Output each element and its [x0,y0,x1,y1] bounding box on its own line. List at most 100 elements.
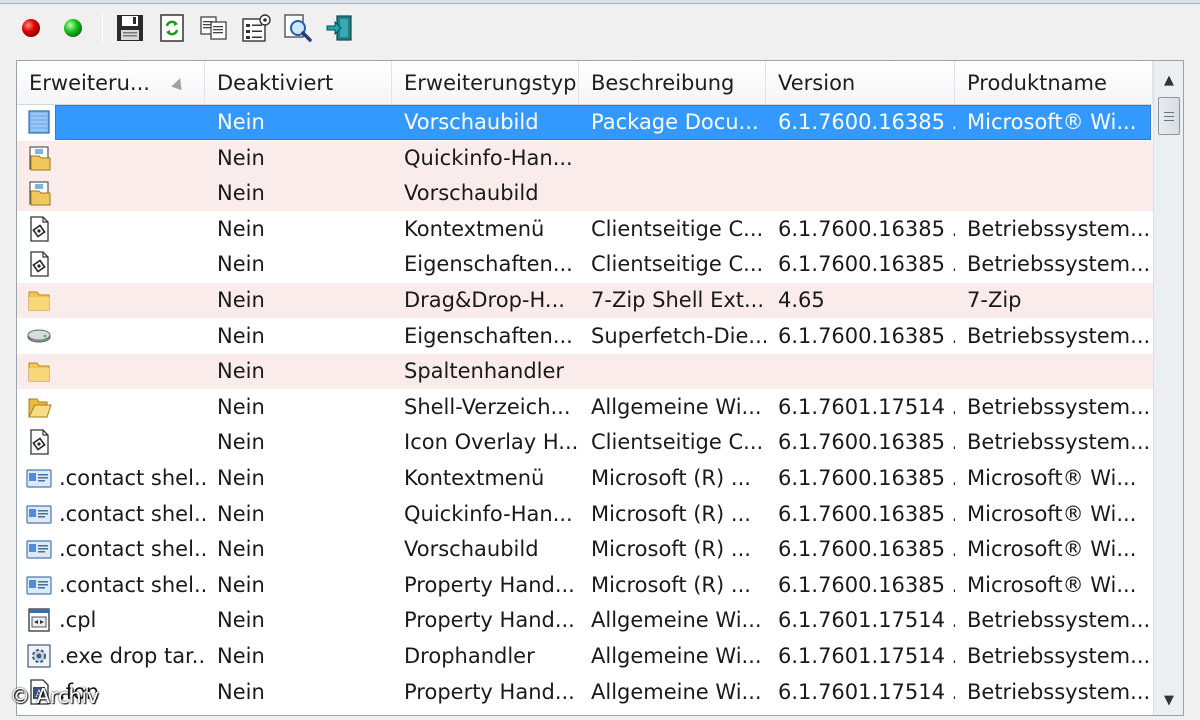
table-row[interactable]: .contact shel... Nein Vorschaubild Microsof… [17,532,1153,567]
extension-name-cell [55,247,205,282]
disable-button[interactable] [14,10,48,46]
table-row[interactable]: Nein Kontextmenü Clientseitige C... 6.1.760… [17,212,1153,247]
table-row[interactable]: A .fon Nein Property Hand... Allgemeine Wi..… [17,675,1153,710]
extensions-list[interactable]: Erweiteru... ▲ Deaktiviert Erweiterungst… [16,60,1184,716]
description-cell: Microsoft (R) ... [591,501,751,526]
disabled-cell: Nein [217,608,265,633]
dll-file-icon [25,215,53,243]
column-header-label: Produktname [967,71,1107,95]
exit-button[interactable] [323,10,357,46]
product-name-cell: Betriebssystem... [967,644,1151,668]
version-cell: 6.1.7600.16385 ... [778,110,955,134]
disabled-cell: Nein [217,110,265,134]
table-row[interactable]: Nein Eigenschaften... Superfetch-Die... 6.1… [17,319,1153,354]
contact-card-icon [25,571,53,599]
table-row[interactable]: Nein Vorschaubild Package Docu... 6.1.7600.… [17,105,1153,140]
product-name-cell: Microsoft® Wi... [967,466,1137,490]
disabled-cell: Nein [217,466,265,490]
watermark: © Archiv [10,684,99,708]
disabled-cell: Nein [217,145,265,170]
extension-type-cell: Property Hand... [404,679,575,704]
version-cell [766,141,955,176]
product-name-cell: Betriebssystem... [967,430,1151,455]
column-header-label: Version [778,71,856,95]
copy-button[interactable] [197,10,231,46]
disabled-cell: Nein [217,323,265,348]
version-cell: 6.1.7600.16385 ... [778,430,955,455]
product-name-cell: Betriebssystem... [967,323,1151,348]
table-row[interactable]: Nein Icon Overlay H... Clientseitige C... 6… [17,425,1153,460]
table-row[interactable]: .contact shel... Nein Kontextmenü Microsoft… [17,461,1153,496]
scroll-down-arrow-icon[interactable]: ▼ [1154,685,1183,715]
contact-card-icon [25,500,53,528]
find-button[interactable] [281,10,315,46]
green-dot-icon [64,19,82,37]
column-header-description[interactable]: Beschreibung [579,61,766,105]
table-row[interactable]: Nein Eigenschaften... Clientseitige C... 6.… [17,247,1153,282]
properties-icon [242,14,271,42]
description-cell: Allgemeine Wi... [591,394,762,419]
description-cell: Clientseitige C... [591,252,764,277]
table-row[interactable]: Nein Spaltenhandler [17,354,1153,390]
product-name-cell: Microsoft® Wi... [967,110,1137,134]
refresh-icon [160,14,184,42]
folder-handler-icon [25,179,53,207]
version-cell: 6.1.7601.17514 ... [778,679,955,704]
extension-name-cell [55,319,205,354]
disabled-cell: Nein [217,644,265,668]
extension-type-cell: Vorschaubild [404,181,539,206]
table-row[interactable]: .contact shel... Nein Property Hand... Micr… [17,568,1153,603]
description-cell: Clientseitige C... [591,430,764,455]
disabled-cell: Nein [217,501,265,526]
column-header-label: Erweiteru... [29,71,150,95]
column-header-type[interactable]: Erweiterungstyp [392,61,579,105]
enable-button[interactable] [56,10,90,46]
product-name-cell: Betriebssystem... [967,608,1151,633]
table-row[interactable]: Nein Drag&Drop-H... 7-Zip Shell Ext... 4.65… [17,283,1153,318]
extension-type-cell: Kontextmenü [404,216,545,241]
save-button[interactable] [113,10,147,46]
product-name-cell: 7-Zip [967,288,1022,312]
description-cell: Allgemeine Wi... [591,608,762,633]
column-header-extension-name[interactable]: Erweiteru... ▲ [17,61,205,105]
column-header-product-name[interactable]: Produktname [955,61,1153,105]
extension-name-cell: .contact shel... [59,537,205,562]
selected-file-icon [25,108,53,136]
contact-card-icon [25,464,53,492]
refresh-button[interactable] [155,10,189,46]
disabled-cell: Nein [217,679,265,704]
exe-gear-icon [25,642,53,670]
description-cell [579,354,766,389]
table-row[interactable]: .exe drop tar... Nein Drophandler Allgemein… [17,639,1153,674]
extension-name-cell [55,176,205,211]
extension-type-cell: Quickinfo-Han... [404,501,573,526]
column-header-version[interactable]: Version [766,61,955,105]
toolbar [14,8,365,48]
exit-icon [326,15,352,41]
column-header-label: Erweiterungstyp [404,71,577,95]
extension-type-cell: Vorschaubild [404,110,539,134]
table-row[interactable]: Nein Shell-Verzeich... Allgemeine Wi... 6.1… [17,390,1153,425]
scroll-up-arrow-icon[interactable]: ▲ [1154,65,1183,95]
window-top-border [0,0,1200,4]
product-name-cell [955,176,1151,211]
column-header-disabled[interactable]: Deaktiviert [205,61,392,105]
table-row[interactable]: .cpl Nein Property Hand... Allgemeine Wi...… [17,603,1153,638]
disabled-cell: Nein [217,216,265,241]
extension-name-cell [55,105,205,140]
table-row[interactable]: .contact shel... Nein Quickinfo-Han... Micr… [17,497,1153,532]
scrollbar-thumb[interactable] [1158,97,1180,135]
version-cell: 6.1.7600.16385 ... [778,501,955,526]
version-cell: 6.1.7600.16385 ... [778,537,955,562]
disabled-cell: Nein [217,288,265,312]
description-cell: Allgemeine Wi... [591,644,762,668]
description-cell: Package Docu... [591,110,759,134]
vertical-scrollbar[interactable]: ▲ ▼ [1153,61,1183,715]
extension-name-cell: .cpl [59,608,97,633]
extension-type-cell: Spaltenhandler [404,359,565,384]
table-row[interactable]: Nein Vorschaubild [17,176,1153,212]
toolbar-separator [102,11,103,45]
product-name-cell: Microsoft® Wi... [967,572,1137,597]
properties-button[interactable] [239,10,273,46]
table-row[interactable]: Nein Quickinfo-Han... [17,140,1153,176]
